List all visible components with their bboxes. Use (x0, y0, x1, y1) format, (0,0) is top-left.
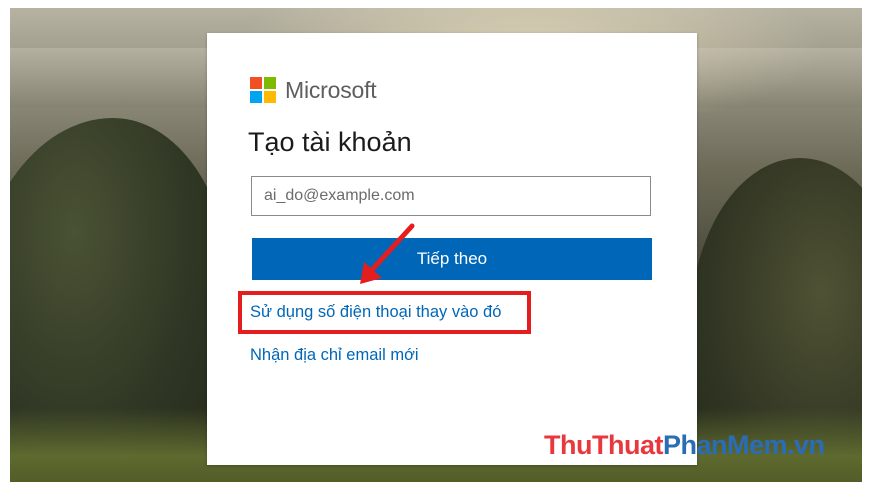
next-button[interactable]: Tiếp theo (252, 238, 652, 280)
logo-square-red (250, 77, 262, 89)
logo-square-yellow (264, 91, 276, 103)
new-email-link[interactable]: Nhận địa chỉ email mới (250, 346, 419, 365)
watermark-part2: PhanMem.vn (662, 430, 825, 460)
brand: Microsoft (250, 76, 377, 104)
watermark-part1: ThuThuat (544, 430, 663, 460)
brand-name: Microsoft (285, 76, 377, 103)
annotation-arrow-icon (360, 223, 415, 284)
watermark: ThuThuatPhanMem.vn (544, 430, 825, 461)
email-field[interactable] (251, 176, 651, 216)
page-title: Tạo tài khoản (248, 127, 412, 157)
logo-square-blue (250, 91, 262, 103)
logo-square-green (264, 77, 276, 89)
signup-card: Microsoft Tạo tài khoản Tiếp theo Sử dụn… (207, 33, 697, 465)
microsoft-logo-icon (250, 77, 276, 103)
